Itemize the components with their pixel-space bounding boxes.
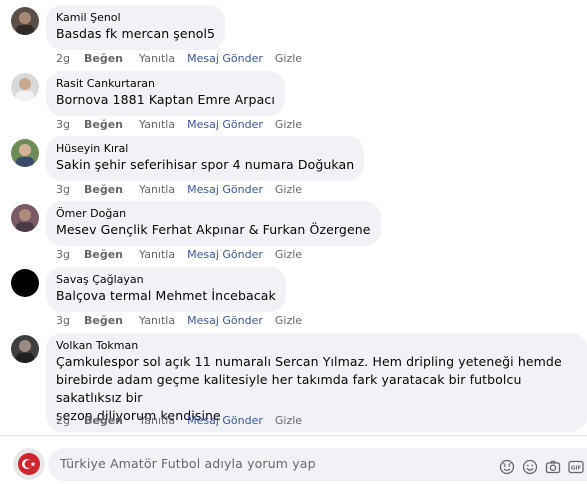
comment-text-line: birebirde adam geçme kalitesiyle her tak… <box>56 372 522 405</box>
like-button[interactable]: Beğen <box>84 118 123 132</box>
hide-button[interactable]: Gizle <box>275 52 302 66</box>
reply-button[interactable]: Yanıtla <box>139 414 175 428</box>
hide-button[interactable]: Gizle <box>275 248 302 262</box>
comment-text: Mesev Gençlik Ferhat Akpınar & Furkan Öz… <box>56 222 371 237</box>
like-button[interactable]: Beğen <box>84 248 123 262</box>
comment-text: Sakin şehir seferihisar spor 4 numara Do… <box>56 157 355 172</box>
comment-actions: 3g Beğen Yanıtla Mesaj Gönder Gizle <box>56 314 314 328</box>
reply-button[interactable]: Yanıtla <box>139 248 175 262</box>
avatar[interactable] <box>11 269 39 297</box>
comment-bubble: Ömer Doğan Mesev Gençlik Ferhat Akpınar … <box>46 201 381 246</box>
page-avatar[interactable] <box>13 448 45 480</box>
avatar[interactable] <box>11 335 39 363</box>
avatar[interactable] <box>11 7 39 35</box>
comment-author[interactable]: Ömer Doğan <box>56 207 371 221</box>
send-message-button[interactable]: Mesaj Gönder <box>187 248 263 262</box>
comment-text: Basdas fk mercan şenol5 <box>56 26 216 41</box>
comment-actions: 2g Beğen Yanıtla Mesaj Gönder Gizle <box>56 52 314 66</box>
svg-text:GIF: GIF <box>571 465 582 471</box>
send-message-button[interactable]: Mesaj Gönder <box>187 183 263 197</box>
comment-text: Bornova 1881 Kaptan Emre Arpacı <box>56 92 275 107</box>
comment-time[interactable]: 3g <box>56 314 70 328</box>
reply-button[interactable]: Yanıtla <box>139 52 175 66</box>
hide-button[interactable]: Gizle <box>275 183 302 197</box>
comment-actions: 3g Beğen Yanıtla Mesaj Gönder Gizle <box>56 248 314 262</box>
divider <box>0 435 587 436</box>
like-button[interactable]: Beğen <box>84 52 123 66</box>
avatar[interactable] <box>11 73 39 101</box>
reply-button[interactable]: Yanıtla <box>139 183 175 197</box>
comment-author[interactable]: Hüseyin Kıral <box>56 142 354 156</box>
comment-composer: Türkiye Amatör Futbol adıyla yorum yap G… <box>0 441 587 484</box>
sticker-icon[interactable] <box>499 459 515 475</box>
emoji-icon[interactable] <box>522 459 538 475</box>
comment-author[interactable]: Volkan Tokman <box>56 339 577 353</box>
comment-input[interactable]: Türkiye Amatör Futbol adıyla yorum yap G… <box>48 448 587 481</box>
hide-button[interactable]: Gizle <box>275 414 302 428</box>
send-message-button[interactable]: Mesaj Gönder <box>187 314 263 328</box>
comment-bubble: Savaş Çağlayan Balçova termal Mehmet İnc… <box>46 267 286 312</box>
comment-time[interactable]: 3g <box>56 248 70 262</box>
send-message-button[interactable]: Mesaj Gönder <box>187 118 263 132</box>
like-button[interactable]: Beğen <box>84 414 123 428</box>
like-button[interactable]: Beğen <box>84 183 123 197</box>
comment-bubble: Rasit Cankurtaran Bornova 1881 Kaptan Em… <box>46 71 285 116</box>
comment-time[interactable]: 3g <box>56 118 70 132</box>
composer-icons: GIF <box>492 456 584 475</box>
comment-author[interactable]: Rasit Cankurtaran <box>56 77 275 91</box>
send-message-button[interactable]: Mesaj Gönder <box>187 414 263 428</box>
comment-text: Balçova termal Mehmet İncebacak <box>56 288 276 303</box>
comment-time[interactable]: 3g <box>56 183 70 197</box>
like-button[interactable]: Beğen <box>84 314 123 328</box>
comment-bubble: Kamil Şenol Basdas fk mercan şenol5 <box>46 5 226 50</box>
reply-button[interactable]: Yanıtla <box>139 118 175 132</box>
comment-text-line: Çamkulespor sol açık 11 numaralı Sercan … <box>56 354 562 369</box>
camera-icon[interactable] <box>545 459 561 475</box>
comment-actions: 3g Beğen Yanıtla Mesaj Gönder Gizle <box>56 183 314 197</box>
comment-author[interactable]: Savaş Çağlayan <box>56 273 276 287</box>
comment-bubble: Hüseyin Kıral Sakin şehir seferihisar sp… <box>46 136 365 181</box>
comment-author[interactable]: Kamil Şenol <box>56 11 215 25</box>
hide-button[interactable]: Gizle <box>275 118 302 132</box>
comment-time[interactable]: 2g <box>56 414 70 428</box>
comment-input-placeholder: Türkiye Amatör Futbol adıyla yorum yap <box>60 456 316 471</box>
comment-actions: 3g Beğen Yanıtla Mesaj Gönder Gizle <box>56 118 314 132</box>
hide-button[interactable]: Gizle <box>275 314 302 328</box>
send-message-button[interactable]: Mesaj Gönder <box>187 52 263 66</box>
reply-button[interactable]: Yanıtla <box>139 314 175 328</box>
gif-icon[interactable]: GIF <box>568 459 584 475</box>
comment-actions: 2g Beğen Yanıtla Mesaj Gönder Gizle <box>56 414 314 428</box>
avatar[interactable] <box>11 204 39 232</box>
comment-time[interactable]: 2g <box>56 52 70 66</box>
avatar[interactable] <box>11 139 39 167</box>
